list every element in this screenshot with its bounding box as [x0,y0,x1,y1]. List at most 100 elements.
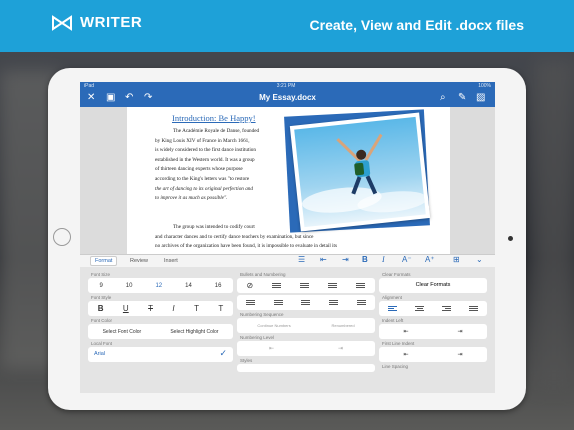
numbering-level-label: Numbering Level [240,335,275,340]
doc-line: is widely considered to the first dance … [155,147,256,154]
bullet-style-icon[interactable] [328,282,338,290]
doc-paragraph: The Académie Royale de Danse, founded by… [155,127,283,204]
tab-format[interactable]: Format [90,256,118,266]
numbering-level-row: ⇤ ⇥ [237,341,375,356]
align-right-icon[interactable] [442,305,451,313]
numbering-style-icon[interactable] [273,299,283,307]
top-toolbar: ✕ ▣ ↶ ↷ My Essay.docx ⌕ ✎ ▨ [80,90,495,107]
doc-line: to improve it as much as possible". [155,195,228,202]
bullets-label: Bullets and Numbering [240,272,286,277]
numbering-style-icon[interactable] [356,299,366,307]
doc-line: by King Louis XIV of France in March 166… [155,137,250,144]
wrench-icon[interactable]: ✎ [458,92,466,104]
carrier: iPad [84,83,95,89]
photo-sky [294,116,426,228]
increase-font-icon[interactable]: A⁺ [425,255,435,264]
decrease-indent-icon[interactable]: ⇤ [320,255,327,264]
styles-label: Styles [240,358,253,363]
font-color-label: Font Color [91,318,113,323]
promo-banner: WRITER Create, View and Edit .docx files [0,0,574,52]
font-size-option[interactable]: 9 [99,283,102,289]
status-bar: iPad 3:21 PM 100% [80,82,495,90]
doc-line: and character dances and to certify danc… [155,233,314,240]
search-icon[interactable]: ⌕ [440,92,446,104]
indent-increase-icon[interactable]: ⇥ [457,328,462,335]
doc-line: established in the Western world. It was… [155,156,255,163]
alignment-row [379,301,487,316]
level-increase-icon[interactable]: ⇥ [338,345,343,352]
bullets-column: Bullets and Numbering ⊘ Numbering Sequen… [237,270,375,390]
doc-line: according to the King's letters was "to … [155,175,250,182]
align-left-icon[interactable] [388,305,397,313]
doc-line: The Académie Royale de Danse, founded [173,128,260,134]
numbering-style-icon[interactable] [246,299,256,307]
document-area: Introduction: Be Happy! The Académie Roy… [80,107,495,254]
checkmark-icon: ✓ [219,348,227,358]
bullets-row-1: ⊘ [237,278,375,293]
battery: 100% [478,83,491,89]
alignment-label: Alignment [382,295,403,300]
font-style-label: Font Style [91,295,112,300]
document-page[interactable]: Introduction: Be Happy! The Académie Roy… [127,107,450,254]
superscript-button[interactable]: T [194,304,199,313]
home-button[interactable] [53,228,71,246]
font-size-option[interactable]: 16 [215,283,222,289]
tab-review[interactable]: Review [126,257,152,265]
align-justify-icon[interactable] [469,305,478,313]
align-center-icon[interactable] [415,305,424,313]
document-title: My Essay.docx [259,93,316,102]
strikethrough-button[interactable]: T [148,304,153,313]
italic-button[interactable]: I [172,304,174,313]
format-brush-icon[interactable]: ▨ [476,92,485,104]
app-name: WRITER [80,14,143,31]
select-highlight-color-button[interactable]: Select Highlight Color [170,329,218,335]
renumbered-button[interactable]: Renumbered [331,323,354,328]
font-size-option-selected[interactable]: 12 [155,283,162,289]
decrease-font-icon[interactable]: A⁻ [402,255,412,264]
bullet-list-icon[interactable]: ☰ [298,255,305,264]
level-decrease-icon[interactable]: ⇤ [269,345,274,352]
no-bullet-icon[interactable]: ⊘ [247,281,254,290]
indent-left-row: ⇤ ⇥ [379,324,487,339]
bullet-style-icon[interactable] [356,282,366,290]
numbering-style-icon[interactable] [301,299,311,307]
underline-button[interactable]: U [123,304,129,313]
keyboard-icon[interactable]: ⊞ [453,255,460,264]
bullet-style-icon[interactable] [272,282,282,290]
local-font-selector[interactable]: Arial ✓ [88,347,233,362]
clock: 3:21 PM [276,83,296,89]
continue-numbers-button[interactable]: Continue Numbers [257,323,290,328]
select-font-color-button[interactable]: Select Font Color [103,329,142,335]
subscript-button[interactable]: T [218,304,223,313]
bowtie-logo-icon [52,14,72,31]
jumper-figure [302,133,426,213]
styles-row[interactable] [237,364,375,372]
chevron-down-icon[interactable]: ⌄ [476,255,483,264]
indent-left-label: Indent Left [382,318,404,323]
bold-icon[interactable]: B [362,255,368,264]
first-line-increase-icon[interactable]: ⇥ [457,351,462,358]
bullet-style-icon[interactable] [300,282,310,290]
app-logo: WRITER [52,14,142,31]
tab-insert[interactable]: Insert [160,257,182,265]
doc-heading: Introduction: Be Happy! [172,113,256,123]
numbering-sequence-row: Continue Numbers Renumbered [237,318,375,333]
color-selectors: Select Font Color Select Highlight Color [88,324,233,339]
local-font-label: Local Font [91,341,113,346]
increase-indent-icon[interactable]: ⇥ [342,255,349,264]
font-size-option[interactable]: 10 [126,283,133,289]
background-right [534,60,574,390]
font-size-selector: 9 10 12 14 16 [88,278,233,293]
clear-formats-button[interactable]: Clear Formats [379,278,487,293]
bold-button[interactable]: B [98,304,104,313]
indent-decrease-icon[interactable]: ⇤ [403,328,408,335]
numbering-style-icon[interactable] [329,299,339,307]
italic-icon[interactable]: I [382,255,385,264]
tagline: Create, View and Edit .docx files [309,17,524,33]
first-line-decrease-icon[interactable]: ⇤ [403,351,408,358]
font-size-option[interactable]: 14 [185,283,192,289]
ribbon-tabs: Format Review Insert ☰ ⇤ ⇥ B I A⁻ A⁺ ⊞ ⌄ [80,254,495,268]
line-spacing-label: Line Spacing [382,364,409,369]
jumping-person-image[interactable] [289,112,431,232]
doc-line: no archives of the organization have bee… [155,243,337,250]
